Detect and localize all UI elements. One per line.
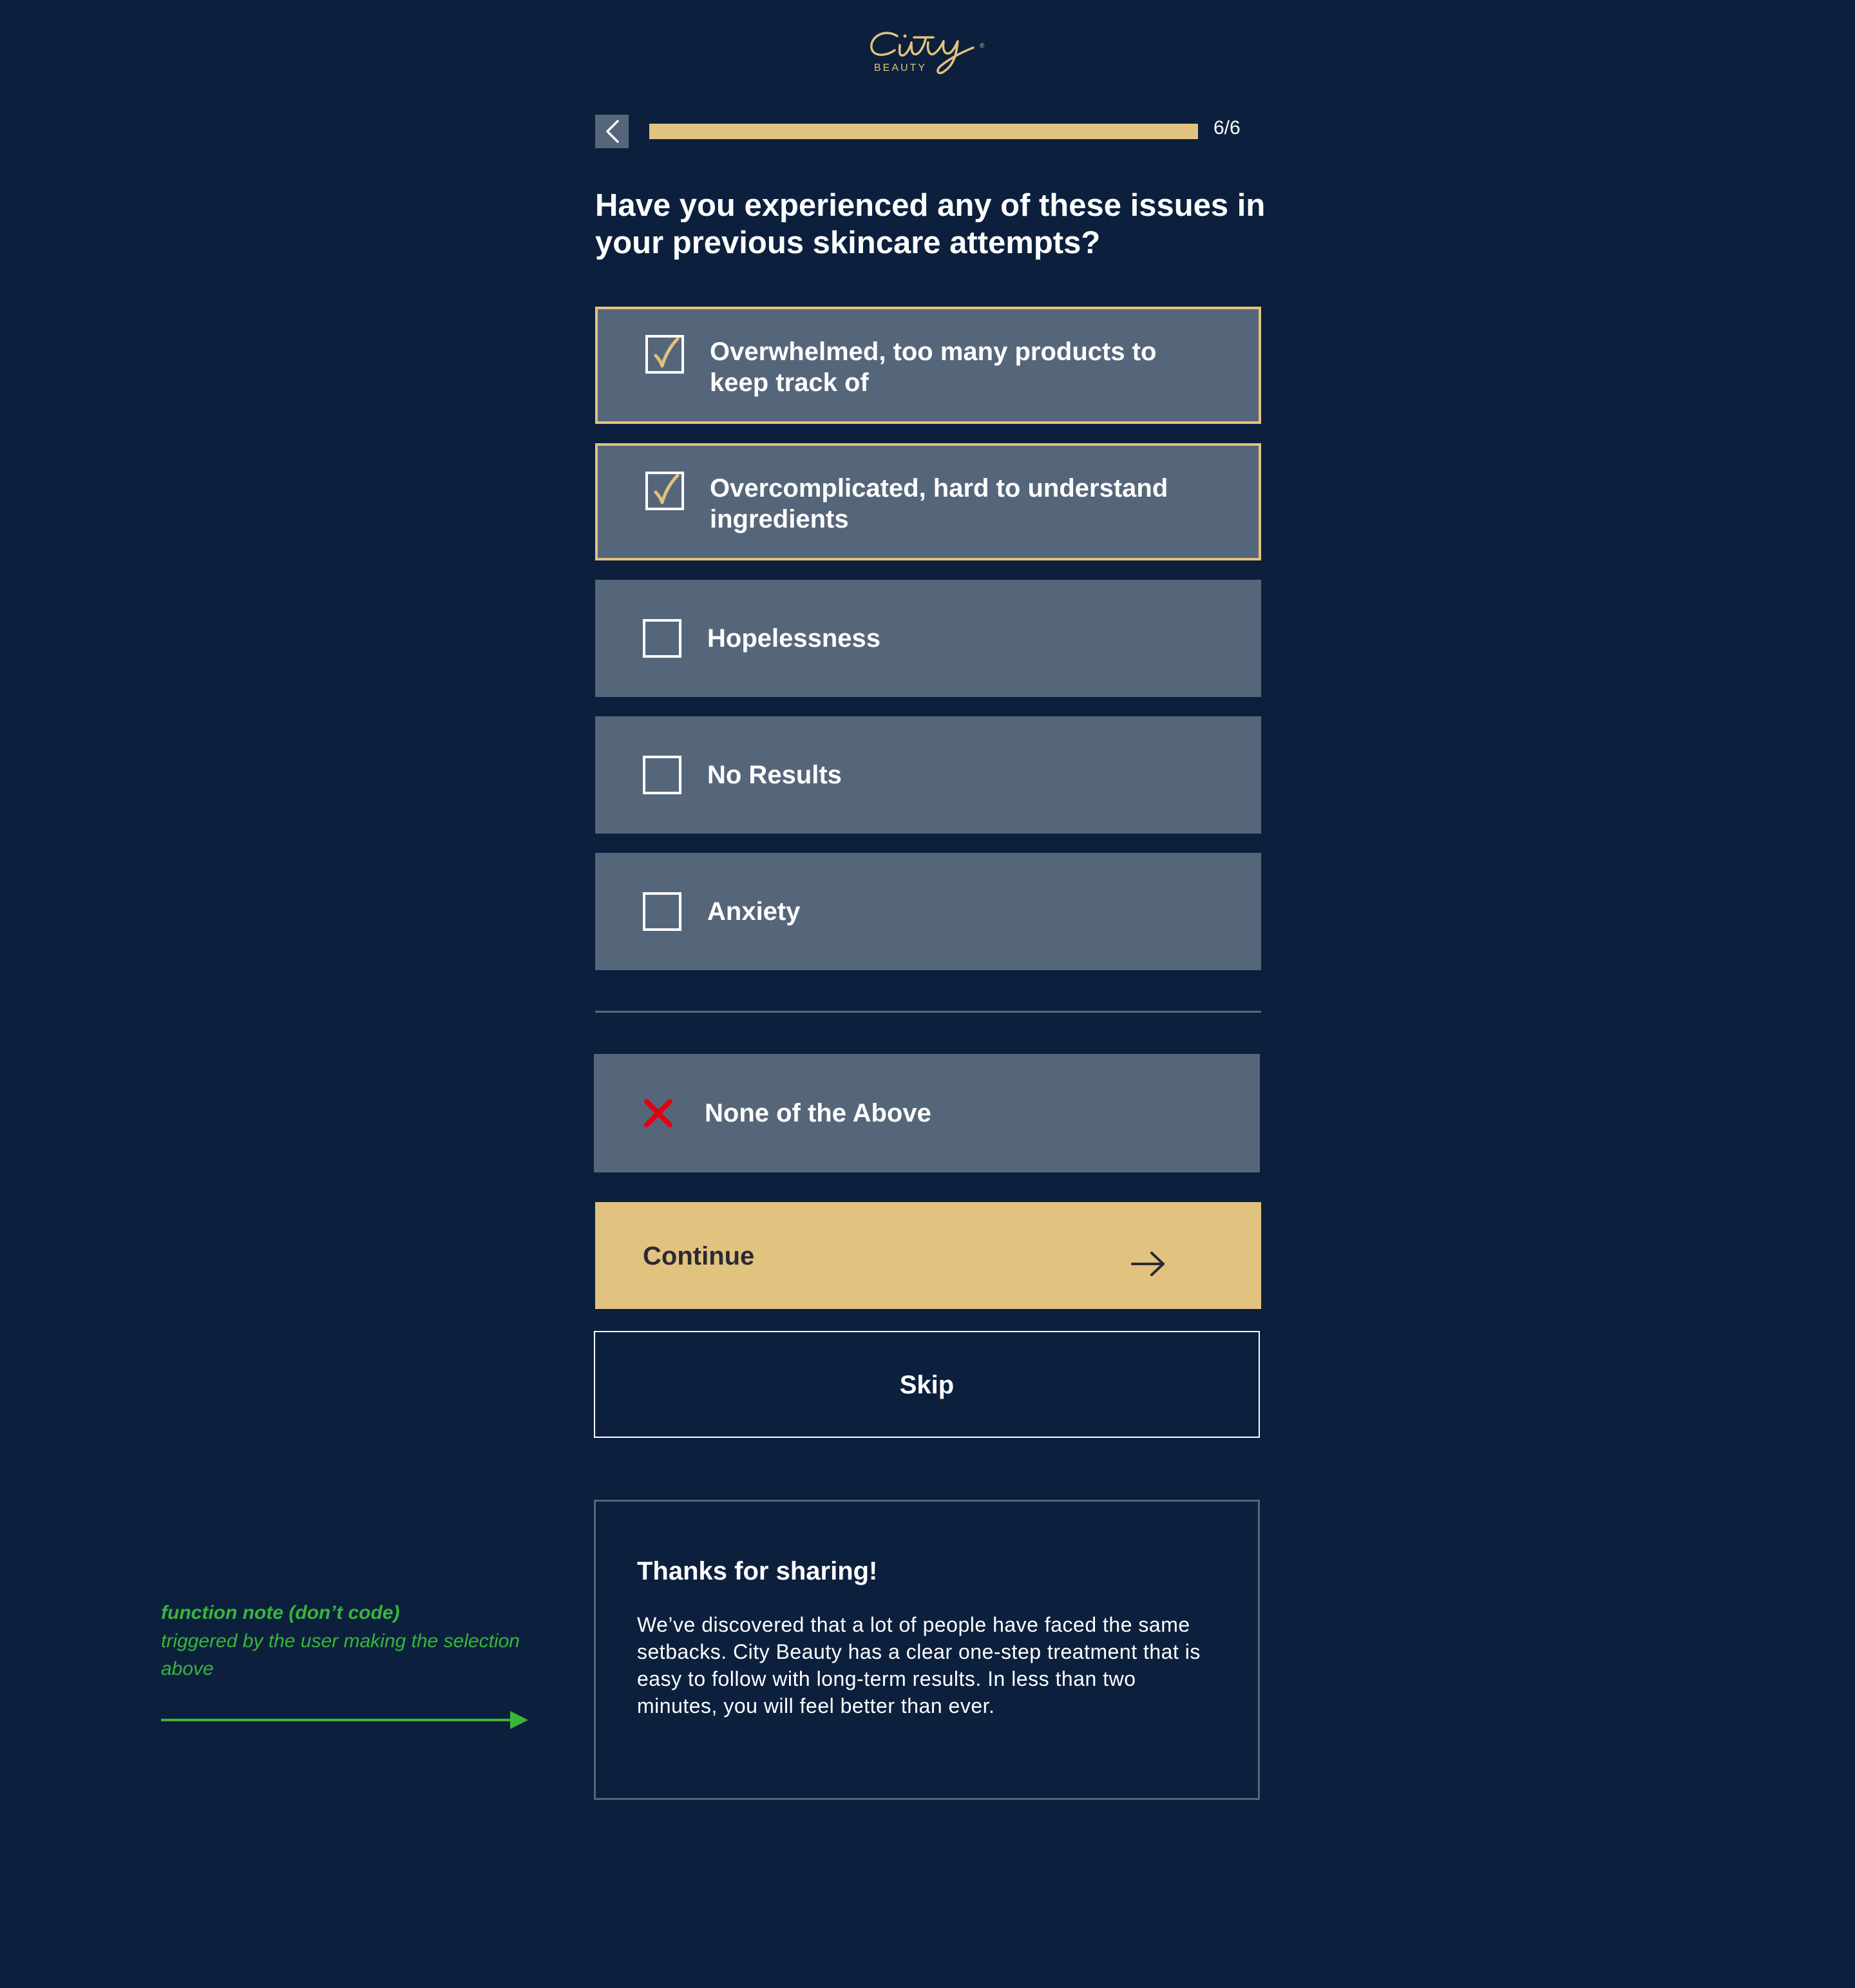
arrow-right-icon — [1131, 1252, 1165, 1276]
option-no-results[interactable]: No Results — [595, 716, 1261, 834]
option-label: Anxiety — [707, 897, 801, 926]
feedback-title: Thanks for sharing! — [637, 1557, 878, 1585]
skip-label: Skip — [899, 1371, 955, 1399]
feedback-box: Thanks for sharing! We’ve discovered tha… — [594, 1500, 1260, 1800]
checkbox-unchecked[interactable] — [643, 619, 681, 658]
progress-count: 6/6 — [1213, 117, 1241, 139]
annotation-arrow-icon — [160, 1708, 529, 1732]
chevron-left-icon — [606, 120, 619, 143]
divider — [595, 1011, 1261, 1013]
continue-label: Continue — [643, 1242, 755, 1270]
option-overcomplicated[interactable]: Overcomplicated, hard to understand ingr… — [595, 443, 1261, 560]
annotation-title: function note (don’t code) — [161, 1602, 400, 1623]
question-title: Have you experienced any of these issues… — [595, 188, 1266, 260]
progress-bar-fill — [649, 124, 1198, 139]
logo-sub-text: BEAUTY — [874, 62, 927, 73]
option-none-of-the-above[interactable]: None of the Above — [594, 1054, 1260, 1172]
skip-button[interactable]: Skip — [594, 1331, 1260, 1438]
option-label: No Results — [707, 761, 842, 789]
continue-button[interactable]: Continue — [595, 1202, 1261, 1309]
feedback-body: We’ve discovered that a lot of people ha… — [637, 1613, 1201, 1717]
progress-bar — [649, 124, 1198, 139]
option-overwhelmed[interactable]: Overwhelmed, too many products to keep t… — [595, 307, 1261, 424]
checkmark-icon — [654, 337, 680, 368]
option-label: None of the Above — [705, 1099, 931, 1127]
checkbox-checked[interactable] — [645, 472, 684, 510]
back-button[interactable] — [595, 115, 629, 148]
checkbox-unchecked[interactable] — [643, 756, 681, 794]
checkbox-checked[interactable] — [645, 335, 684, 374]
option-anxiety[interactable]: Anxiety — [595, 853, 1261, 970]
annotation-body: triggered by the user making the selecti… — [161, 1630, 520, 1679]
city-beauty-logo: ® BEAUTY — [866, 22, 989, 77]
checkbox-unchecked[interactable] — [643, 892, 681, 931]
option-hopelessness[interactable]: Hopelessness — [595, 580, 1261, 697]
registered-mark: ® — [980, 43, 985, 50]
checkmark-icon — [654, 473, 680, 504]
option-label: Hopelessness — [707, 624, 881, 653]
option-label: Overcomplicated, hard to understand ingr… — [710, 474, 1168, 533]
x-icon — [644, 1099, 672, 1127]
option-label: Overwhelmed, too many products to keep t… — [710, 338, 1157, 397]
